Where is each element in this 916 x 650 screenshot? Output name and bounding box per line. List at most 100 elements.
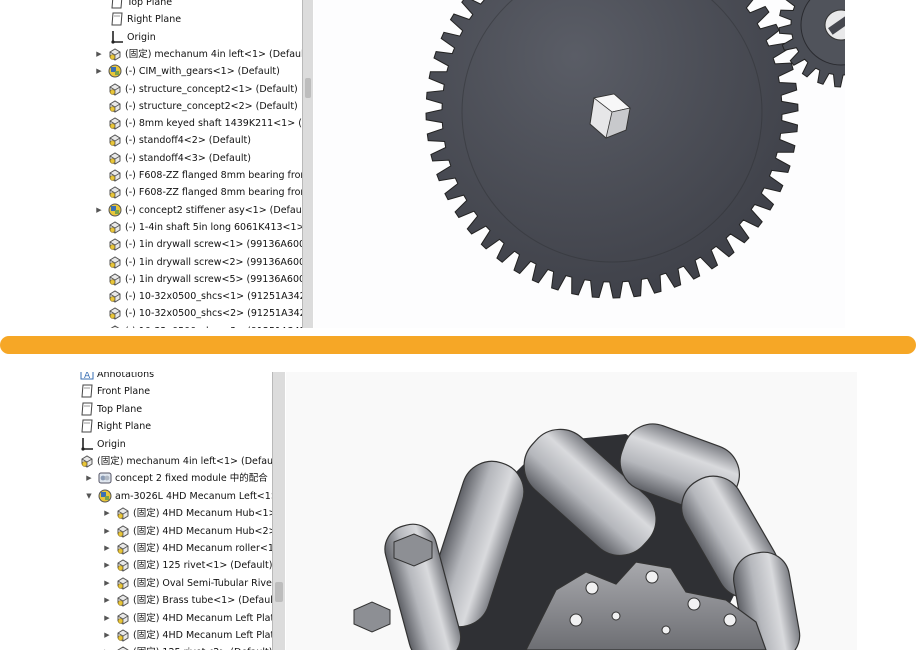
part-icon — [108, 255, 122, 269]
assembly-icon — [98, 489, 112, 503]
expand-arrow-icon[interactable]: ▶ — [103, 575, 111, 592]
tree-item[interactable]: ▶ (-) CIM_with_gears<1> (Default) — [80, 63, 314, 80]
part-icon — [116, 628, 130, 642]
origin-icon — [80, 437, 94, 451]
tree-item[interactable]: (-) F608-ZZ flanged 8mm bearing from Inv… — [80, 184, 314, 201]
origin-icon — [110, 30, 124, 44]
tree-item[interactable]: (固定) mechanum 4in left<1> (Default) — [72, 453, 286, 470]
tree-item-label: (-) 8mm keyed shaft 1439K211<1> (1439K21 — [125, 118, 302, 130]
tree-item[interactable]: ▶ (固定) Brass tube<1> (Default) — [72, 592, 286, 609]
expand-arrow-icon[interactable]: ▶ — [103, 644, 111, 650]
tree-item-label: (-) concept2 stiffener asy<1> (Default<D… — [125, 204, 302, 216]
tree-item[interactable]: ▶ (固定) 4HD Mecanum Left Plate_Def — [72, 610, 286, 627]
tree-item[interactable]: (-) 1in drywall screw<2> (99136A600) — [80, 254, 314, 271]
part-icon — [108, 168, 122, 182]
tree-item[interactable]: Origin — [72, 436, 286, 453]
tree-item[interactable]: ▶ (-) concept2 stiffener asy<1> (Default<… — [80, 202, 314, 219]
tree-item-label: (固定) 4HD Mecanum roller<1> (Def — [133, 543, 272, 554]
mecanum-wheel-screenshot: A Annotations Front Plane Top Plane Right Pl… — [72, 372, 857, 650]
tree-item[interactable]: (-) 8mm keyed shaft 1439K211<1> (1439K21 — [80, 115, 314, 132]
expand-arrow-icon[interactable]: ▶ — [95, 202, 103, 219]
tree-item[interactable]: ▼ am-3026L 4HD Mecanum Left<1> (Defau — [72, 488, 286, 505]
tree-item[interactable]: Top Plane — [80, 0, 314, 11]
part-icon — [116, 611, 130, 625]
tree-item-label: (-) 1-4in shaft 5in long 6061K413<1> (60… — [125, 221, 302, 233]
tree-item-label: Top Plane — [127, 0, 173, 8]
tree-item[interactable]: Right Plane — [80, 11, 314, 28]
tree-item[interactable]: Front Plane — [72, 383, 286, 400]
tree-item[interactable]: (-) structure_concept2<2> (Default) — [80, 98, 314, 115]
tree-item-label: (固定) 4HD Mecanum Left Plate_Def — [133, 630, 272, 641]
svg-text:A: A — [84, 372, 91, 381]
part-icon — [108, 116, 122, 130]
tree-item-label: (固定) mechanum 4in left<1> (Default) — [125, 48, 302, 60]
tree-item[interactable]: Origin — [80, 29, 314, 46]
tree-item-label: (固定) 4HD Mecanum Left Plate_Def — [133, 612, 272, 624]
part-icon — [108, 324, 122, 328]
tree-item-label: (-) F608-ZZ flanged 8mm bearing from Inv… — [125, 187, 302, 199]
tree-item[interactable]: ▶ (固定) 125 rivet<1> (Default) — [72, 557, 286, 574]
tree-item[interactable]: (-) structure_concept2<1> (Default) — [80, 81, 314, 98]
expand-arrow-icon[interactable]: ▶ — [85, 470, 93, 487]
tree-item-label: Origin — [127, 31, 156, 43]
tree-item[interactable]: (-) 1-4in shaft 5in long 6061K413<1> (60… — [80, 219, 314, 236]
section-divider-bar — [0, 336, 916, 354]
part-icon — [116, 541, 130, 555]
feature-manager-tree[interactable]: Top Plane Right Plane Origin ▶ (固定) mechanum… — [80, 0, 315, 328]
expand-down-arrow-icon[interactable]: ▼ — [85, 488, 93, 505]
part-icon — [108, 306, 122, 320]
tree-item-label: (-) CIM_with_gears<1> (Default) — [125, 66, 280, 78]
expand-arrow-icon[interactable]: ▶ — [95, 46, 103, 63]
tree-item[interactable]: Top Plane — [72, 401, 286, 418]
annotations-icon: A — [80, 372, 94, 381]
part-icon — [108, 47, 122, 61]
expand-arrow-icon[interactable]: ▶ — [95, 63, 103, 80]
tree-item[interactable]: (-) 1in drywall screw<5> (99136A600) — [80, 271, 314, 288]
tree-item[interactable]: Right Plane — [72, 418, 286, 435]
feature-manager-tree[interactable]: A Annotations Front Plane Top Plane Right Pl… — [72, 372, 287, 650]
expand-arrow-icon[interactable]: ▶ — [103, 610, 111, 627]
expand-arrow-icon[interactable]: ▶ — [103, 523, 111, 540]
plane-icon — [110, 0, 124, 9]
plane-icon — [110, 12, 124, 26]
plane-icon — [80, 402, 94, 416]
expand-arrow-icon[interactable]: ▶ — [103, 592, 111, 609]
tree-item[interactable]: ▶ (固定) 125 rivet<2> (Default) — [72, 644, 286, 650]
graphics-viewport-gears[interactable] — [314, 0, 845, 328]
tree-item[interactable]: ▶ (固定) 4HD Mecanum Hub<1> (Defa — [72, 505, 286, 522]
scrollbar-thumb[interactable] — [305, 78, 311, 98]
part-icon — [108, 82, 122, 96]
tree-item-label: (-) structure_concept2<2> (Default) — [125, 100, 298, 112]
expand-arrow-icon[interactable]: ▶ — [103, 627, 111, 644]
tree-item[interactable]: ▶ (固定) 4HD Mecanum roller<1> (Def — [72, 540, 286, 557]
scrollbar-thumb[interactable] — [275, 582, 283, 602]
tree-item-label: (-) 10-32x0500_shcs<2> (91251A342) — [125, 308, 302, 320]
tree-item[interactable]: (-) F608-ZZ flanged 8mm bearing from Inv… — [80, 167, 314, 184]
tree-item[interactable]: ▶ (固定) Oval Semi-Tubular Rivet<1> — [72, 575, 286, 592]
tree-item[interactable]: (-) standoff4<3> (Default) — [80, 150, 314, 167]
tree-item[interactable]: ▶ (固定) mechanum 4in left<1> (Default) — [80, 46, 314, 63]
tree-item[interactable]: (-) 10-32x0500_shcs<3> (91251A342) — [80, 323, 314, 328]
part-icon — [116, 558, 130, 572]
part-icon — [116, 645, 130, 650]
tree-item-label: (-) 1in drywall screw<1> (99136A600) — [125, 239, 302, 251]
tree-item-label: (-) 1in drywall screw<5> (99136A600) — [125, 273, 302, 285]
tree-item[interactable]: (-) 10-32x0500_shcs<1> (91251A342) — [80, 288, 314, 305]
tree-item-label: (-) standoff4<2> (Default) — [125, 135, 251, 147]
tree-item[interactable]: (-) 10-32x0500_shcs<2> (91251A342) — [80, 305, 314, 322]
expand-arrow-icon[interactable]: ▶ — [103, 505, 111, 522]
tree-scrollbar[interactable] — [302, 0, 313, 328]
tree-item-label: (-) structure_concept2<1> (Default) — [125, 83, 298, 95]
tree-item[interactable]: ▶ (固定) 4HD Mecanum Left Plate_Def — [72, 627, 286, 644]
tree-item[interactable]: (-) standoff4<2> (Default) — [80, 132, 314, 149]
graphics-viewport-mecanum[interactable] — [286, 372, 857, 650]
tree-item-label: Top Plane — [97, 403, 143, 415]
tree-item[interactable]: ▶ concept 2 fixed module 中的配合 — [72, 470, 286, 487]
expand-arrow-icon[interactable]: ▶ — [103, 540, 111, 557]
expand-arrow-icon[interactable]: ▶ — [103, 557, 111, 574]
tree-scrollbar[interactable] — [272, 372, 285, 650]
tree-item[interactable]: (-) 1in drywall screw<1> (99136A600) — [80, 236, 314, 253]
tree-item[interactable]: ▶ (固定) 4HD Mecanum Hub<2> (Defa — [72, 523, 286, 540]
tree-item[interactable]: A Annotations — [72, 372, 286, 383]
tree-item-label: (固定) 125 rivet<2> (Default) — [133, 644, 272, 650]
